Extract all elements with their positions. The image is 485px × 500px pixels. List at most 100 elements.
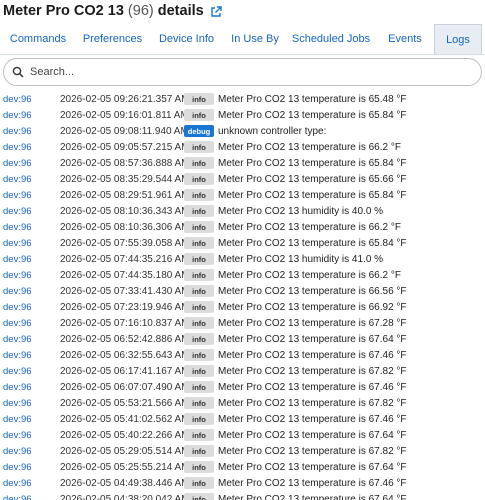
- device-link[interactable]: dev:96: [0, 462, 60, 473]
- log-level-badge: debug: [184, 125, 214, 137]
- search-box: [3, 58, 482, 86]
- log-level-badge: info: [184, 365, 214, 377]
- log-row: dev:96 2026-02-05 07:23:19.946 AM info Mete…: [0, 299, 485, 315]
- external-link-icon[interactable]: [210, 5, 222, 17]
- page-header: Meter Pro CO2 13 (96) details: [0, 0, 485, 22]
- tab-logs[interactable]: Logs: [434, 24, 482, 54]
- log-timestamp: 2026-02-05 06:52:42.886 AM: [60, 333, 190, 345]
- log-timestamp: 2026-02-05 07:23:19.946 AM: [60, 301, 190, 313]
- log-row: dev:96 2026-02-05 07:44:35.216 AM info Mete…: [0, 251, 485, 267]
- device-link[interactable]: dev:96: [0, 126, 60, 137]
- log-row: dev:96 2026-02-05 08:10:36.343 AM info Mete…: [0, 203, 485, 219]
- log-timestamp: 2026-02-05 05:25:55.214 AM: [60, 461, 190, 473]
- log-level-badge: info: [184, 253, 214, 265]
- log-level-badge: info: [184, 141, 214, 153]
- device-link[interactable]: dev:96: [0, 190, 60, 201]
- log-timestamp: 2026-02-05 04:38:20.042 AM: [60, 493, 190, 500]
- log-timestamp: 2026-02-05 05:41:02.562 AM: [60, 413, 190, 425]
- log-message: Meter Pro CO2 13 temperature is 67.46 °F: [218, 349, 407, 361]
- log-timestamp: 2026-02-05 08:29:51.961 AM: [60, 189, 190, 201]
- device-link[interactable]: dev:96: [0, 334, 60, 345]
- log-timestamp: 2026-02-05 07:55:39.058 AM: [60, 237, 190, 249]
- log-timestamp: 2026-02-05 06:17:41.167 AM: [60, 365, 190, 377]
- device-link[interactable]: dev:96: [0, 222, 60, 233]
- device-link[interactable]: dev:96: [0, 238, 60, 249]
- tab-in-use-by[interactable]: In Use By: [224, 24, 286, 54]
- log-message: Meter Pro CO2 13 temperature is 67.82 °F: [218, 365, 407, 377]
- device-link[interactable]: dev:96: [0, 350, 60, 361]
- log-level-badge: info: [184, 221, 214, 233]
- log-message: Meter Pro CO2 13 temperature is 67.46 °F: [218, 477, 407, 489]
- log-message: Meter Pro CO2 13 temperature is 65.84 °F: [218, 157, 407, 169]
- log-level-badge: info: [184, 429, 214, 441]
- device-link[interactable]: dev:96: [0, 270, 60, 281]
- device-link[interactable]: dev:96: [0, 494, 60, 500]
- log-row: dev:96 2026-02-05 06:32:55.643 AM info Mete…: [0, 347, 485, 363]
- device-link[interactable]: dev:96: [0, 94, 60, 105]
- log-row: dev:96 2026-02-05 07:33:41.430 AM info Mete…: [0, 283, 485, 299]
- log-row: dev:96 2026-02-05 05:25:55.214 AM info Mete…: [0, 459, 485, 475]
- device-link[interactable]: dev:96: [0, 366, 60, 377]
- device-name: Meter Pro CO2 13: [3, 3, 124, 19]
- log-timestamp: 2026-02-05 07:16:10.837 AM: [60, 317, 190, 329]
- device-link[interactable]: dev:96: [0, 158, 60, 169]
- tab-events[interactable]: Events: [376, 24, 434, 54]
- log-message: Meter Pro CO2 13 temperature is 67.64 °F: [218, 333, 407, 345]
- device-link[interactable]: dev:96: [0, 430, 60, 441]
- tab-preferences[interactable]: Preferences: [76, 24, 149, 54]
- log-row: dev:96 2026-02-05 08:57:36.888 AM info Mete…: [0, 155, 485, 171]
- device-link[interactable]: dev:96: [0, 110, 60, 121]
- log-level-badge: info: [184, 109, 214, 121]
- log-row: dev:96 2026-02-05 05:29:05.514 AM info Mete…: [0, 443, 485, 459]
- device-link[interactable]: dev:96: [0, 382, 60, 393]
- device-link[interactable]: dev:96: [0, 254, 60, 265]
- log-row: dev:96 2026-02-05 06:17:41.167 AM info Mete…: [0, 363, 485, 379]
- log-message: Meter Pro CO2 13 temperature is 66.2 °F: [218, 141, 401, 153]
- log-timestamp: 2026-02-05 09:08:11.940 AM: [60, 125, 189, 137]
- device-link[interactable]: dev:96: [0, 142, 60, 153]
- device-link[interactable]: dev:96: [0, 446, 60, 457]
- log-level-badge: info: [184, 205, 214, 217]
- log-message: Meter Pro CO2 13 temperature is 67.64 °F: [218, 429, 407, 441]
- log-message: Meter Pro CO2 13 temperature is 66.2 °F: [218, 221, 401, 233]
- log-message: Meter Pro CO2 13 temperature is 67.46 °F: [218, 381, 407, 393]
- tab-bar: Commands Preferences Device Info In Use …: [0, 24, 485, 55]
- log-message: Meter Pro CO2 13 temperature is 66.2 °F: [218, 269, 401, 281]
- log-message: Meter Pro CO2 13 temperature is 66.92 °F: [218, 301, 407, 313]
- log-message: Meter Pro CO2 13 temperature is 67.64 °F: [218, 461, 407, 473]
- device-link[interactable]: dev:96: [0, 318, 60, 329]
- device-link[interactable]: dev:96: [0, 286, 60, 297]
- log-level-badge: info: [184, 477, 214, 489]
- device-link[interactable]: dev:96: [0, 414, 60, 425]
- tab-scheduled-jobs[interactable]: Scheduled Jobs: [286, 24, 376, 54]
- log-message: Meter Pro CO2 13 temperature is 67.46 °F: [218, 413, 407, 425]
- log-timestamp: 2026-02-05 08:35:29.544 AM: [60, 173, 190, 185]
- log-row: dev:96 2026-02-05 06:07:07.490 AM info Mete…: [0, 379, 485, 395]
- log-level-badge: info: [184, 317, 214, 329]
- log-row: dev:96 2026-02-05 05:53:21.566 AM info Mete…: [0, 395, 485, 411]
- log-message: Meter Pro CO2 13 humidity is 40.0 %: [218, 205, 384, 217]
- log-timestamp: 2026-02-05 05:40:22.266 AM: [60, 429, 190, 441]
- log-level-badge: info: [184, 381, 214, 393]
- search-input[interactable]: [30, 66, 470, 78]
- device-link[interactable]: dev:96: [0, 302, 60, 313]
- log-level-badge: info: [184, 173, 214, 185]
- log-timestamp: 2026-02-05 04:49:38.446 AM: [60, 477, 190, 489]
- log-timestamp: 2026-02-05 07:33:41.430 AM: [60, 285, 190, 297]
- log-level-badge: info: [184, 349, 214, 361]
- log-timestamp: 2026-02-05 06:07:07.490 AM: [60, 381, 190, 393]
- log-level-badge: info: [184, 493, 214, 500]
- log-row: dev:96 2026-02-05 08:10:36.306 AM info Mete…: [0, 219, 485, 235]
- log-list: dev:96 2026-02-05 09:26:21.357 AM info Mete…: [0, 91, 485, 500]
- device-link[interactable]: dev:96: [0, 398, 60, 409]
- log-message: unknown controller type:: [218, 125, 327, 137]
- log-message: Meter Pro CO2 13 temperature is 65.48 °F: [218, 93, 407, 105]
- log-row: dev:96 2026-02-05 07:16:10.837 AM info Mete…: [0, 315, 485, 331]
- device-link[interactable]: dev:96: [0, 478, 60, 489]
- device-link[interactable]: dev:96: [0, 206, 60, 217]
- device-link[interactable]: dev:96: [0, 174, 60, 185]
- tab-commands[interactable]: Commands: [0, 24, 76, 54]
- tab-device-info[interactable]: Device Info: [149, 24, 224, 54]
- log-timestamp: 2026-02-05 07:44:35.216 AM: [60, 253, 190, 265]
- log-level-badge: info: [184, 413, 214, 425]
